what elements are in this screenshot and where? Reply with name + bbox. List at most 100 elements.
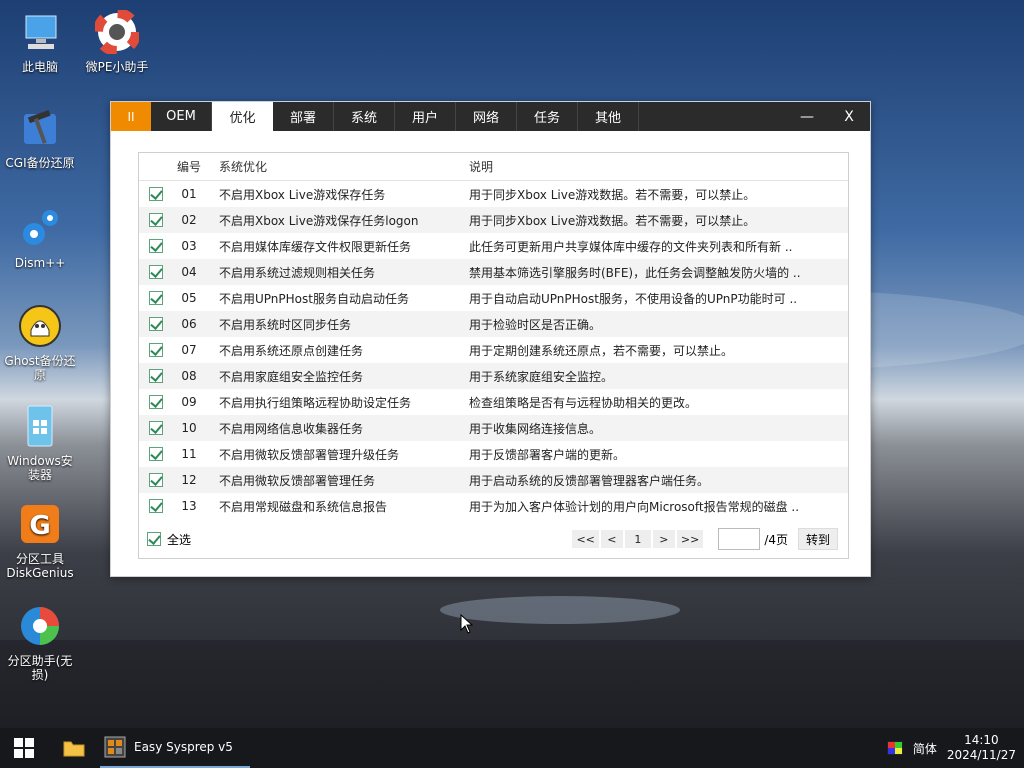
desktop-icon-label: 分区助手(无损) <box>7 654 73 682</box>
gears-icon <box>18 206 62 250</box>
row-number: 06 <box>181 317 197 331</box>
table-row[interactable]: 05 不启用UPnPHost服务自动启动任务 用于自动启动UPnPHost服务，不使… <box>139 285 848 311</box>
app-logo-tab[interactable]: II <box>111 102 151 131</box>
header-desc: 说明 <box>469 160 494 174</box>
first-page-button[interactable]: << <box>571 529 600 549</box>
table-row[interactable]: 09 不启用执行组策略远程协助设定任务 检查组策略是否有与远程协助相关的更改。 <box>139 389 848 415</box>
row-checkbox[interactable] <box>149 473 163 487</box>
table-row[interactable]: 01 不启用Xbox Live游戏保存任务 用于同步Xbox Live游戏数据。若不… <box>139 181 848 207</box>
select-all-checkbox[interactable] <box>147 532 161 546</box>
last-page-button[interactable]: >> <box>675 529 705 549</box>
desktop-icon-this-pc[interactable]: 此电脑 <box>2 10 78 74</box>
desktop-icon-pe-helper[interactable]: 微PE小助手 <box>79 10 155 74</box>
row-name: 不启用家庭组安全监控任务 <box>219 369 364 384</box>
desktop-icon-dism[interactable]: Dism++ <box>2 206 78 270</box>
row-name: 不启用微软反馈部署管理升级任务 <box>219 447 400 462</box>
pagination: << < 1 > >> /4页 转到 <box>571 528 838 550</box>
row-description: 检查组策略是否有与远程协助相关的更改。 <box>469 395 698 410</box>
tab-deploy[interactable]: 部署 <box>273 102 334 131</box>
row-checkbox[interactable] <box>149 343 163 357</box>
table-row[interactable]: 08 不启用家庭组安全监控任务 用于系统家庭组安全监控。 <box>139 363 848 389</box>
row-name: 不启用系统还原点创建任务 <box>219 343 364 358</box>
next-page-button[interactable]: > <box>651 529 676 549</box>
row-checkbox[interactable] <box>149 239 163 253</box>
table-row[interactable]: 04 不启用系统过滤规则相关任务 禁用基本筛选引擎服务时(BFE)，此任务会调整触发… <box>139 259 848 285</box>
row-checkbox[interactable] <box>149 395 163 409</box>
row-number: 07 <box>181 343 197 357</box>
color-display-icon[interactable] <box>886 741 903 755</box>
row-checkbox[interactable] <box>149 499 163 513</box>
row-description: 用于收集网络连接信息。 <box>469 421 602 436</box>
prev-page-button[interactable]: < <box>599 529 624 549</box>
row-description: 用于反馈部署客户端的更新。 <box>469 447 626 462</box>
tab-system[interactable]: 系统 <box>334 102 395 131</box>
windows-installer-icon <box>18 404 62 448</box>
desktop-icon-label: Dism++ <box>14 256 66 270</box>
row-name: 不启用系统时区同步任务 <box>219 317 352 332</box>
table-row[interactable]: 03 不启用媒体库缓存文件权限更新任务 此任务可更新用户共享媒体库中缓存的文件夹列表… <box>139 233 848 259</box>
row-number: 13 <box>181 499 197 513</box>
row-name: 不启用系统过滤规则相关任务 <box>219 265 376 280</box>
desktop-icon-label: Ghost备份还原 <box>4 354 76 382</box>
close-button[interactable]: X <box>828 102 870 131</box>
desktop-icon-label: 此电脑 <box>21 60 58 74</box>
header-number: 编号 <box>176 160 201 174</box>
select-all[interactable]: 全选 <box>147 531 191 548</box>
row-description: 用于启动系统的反馈部署管理器客户端任务。 <box>469 473 710 488</box>
row-number: 05 <box>181 291 197 305</box>
table-row[interactable]: 12 不启用微软反馈部署管理任务 用于启动系统的反馈部署管理器客户端任务。 <box>139 467 848 493</box>
table-row[interactable]: 07 不启用系统还原点创建任务 用于定期创建系统还原点，若不需要，可以禁止。 <box>139 337 848 363</box>
row-description: 用于同步Xbox Live游戏数据。若不需要，可以禁止。 <box>469 187 756 202</box>
clock[interactable]: 14:10 2024/11/27 <box>947 733 1016 763</box>
svg-text:G: G <box>29 511 50 541</box>
table-row[interactable]: 13 不启用常规磁盘和系统信息报告 用于为加入客户体验计划的用户向Microsoft… <box>139 493 848 519</box>
tab-optimize[interactable]: 优化 <box>212 102 273 131</box>
page-number-input[interactable] <box>718 528 761 550</box>
tab-other[interactable]: 其他 <box>578 102 639 131</box>
desktop-icon-partition-assistant[interactable]: 分区助手(无损) <box>2 604 78 682</box>
row-number: 01 <box>181 187 197 201</box>
row-checkbox[interactable] <box>149 213 163 227</box>
start-button[interactable] <box>0 728 48 768</box>
system-tray: 简体 14:10 2024/11/27 <box>886 733 1016 763</box>
row-number: 04 <box>181 265 197 279</box>
table-row[interactable]: 11 不启用微软反馈部署管理升级任务 用于反馈部署客户端的更新。 <box>139 441 848 467</box>
row-number: 11 <box>181 447 197 461</box>
tab-oem[interactable]: OEM <box>151 102 212 131</box>
desktop-icon-label: 分区工具DiskGenius <box>6 552 74 580</box>
row-description: 禁用基本筛选引擎服务时(BFE)，此任务会调整触发防火墙的 .. <box>469 265 801 280</box>
clock-time: 14:10 <box>964 733 999 747</box>
row-number: 09 <box>181 395 197 409</box>
easy-sysprep-icon <box>104 736 126 758</box>
total-pages: /4页 <box>764 532 788 547</box>
row-description: 用于检验时区是否正确。 <box>469 317 602 332</box>
file-explorer-button[interactable] <box>48 728 100 768</box>
tab-network[interactable]: 网络 <box>456 102 517 131</box>
row-checkbox[interactable] <box>149 317 163 331</box>
desktop-icon-ghost[interactable]: Ghost备份还原 <box>2 304 78 382</box>
table-row[interactable]: 06 不启用系统时区同步任务 用于检验时区是否正确。 <box>139 311 848 337</box>
ime-indicator[interactable]: 简体 <box>913 740 937 757</box>
row-checkbox[interactable] <box>149 447 163 461</box>
ghost-icon <box>18 304 62 348</box>
tab-tasks[interactable]: 任务 <box>517 102 578 131</box>
hammer-icon <box>18 106 62 150</box>
row-checkbox[interactable] <box>149 421 163 435</box>
tab-user[interactable]: 用户 <box>395 102 456 131</box>
desktop-icon-cgi[interactable]: CGI备份还原 <box>2 106 78 170</box>
current-page[interactable]: 1 <box>623 529 652 549</box>
table-footer: 全选 << < 1 > >> /4页 转到 <box>139 520 848 558</box>
row-checkbox[interactable] <box>149 187 163 201</box>
minimize-button[interactable]: — <box>786 102 828 131</box>
desktop-icon-diskgenius[interactable]: G 分区工具DiskGenius <box>2 502 78 580</box>
go-button[interactable]: 转到 <box>798 528 838 550</box>
row-checkbox[interactable] <box>149 291 163 305</box>
desktop-icon-windows-installer[interactable]: Windows安装器 <box>2 404 78 482</box>
table-row[interactable]: 10 不启用网络信息收集器任务 用于收集网络连接信息。 <box>139 415 848 441</box>
row-checkbox[interactable] <box>149 265 163 279</box>
taskbar-app-easy-sysprep[interactable]: Easy Sysprep v5 <box>100 728 250 768</box>
row-description: 此任务可更新用户共享媒体库中缓存的文件夹列表和所有新 .. <box>469 239 793 254</box>
table-row[interactable]: 02 不启用Xbox Live游戏保存任务logon 用于同步Xbox Live游戏… <box>139 207 848 233</box>
row-checkbox[interactable] <box>149 369 163 383</box>
easy-sysprep-window: II OEM 优化 部署 系统 用户 网络 任务 其他 — X 编号 系统优化 … <box>110 101 871 577</box>
